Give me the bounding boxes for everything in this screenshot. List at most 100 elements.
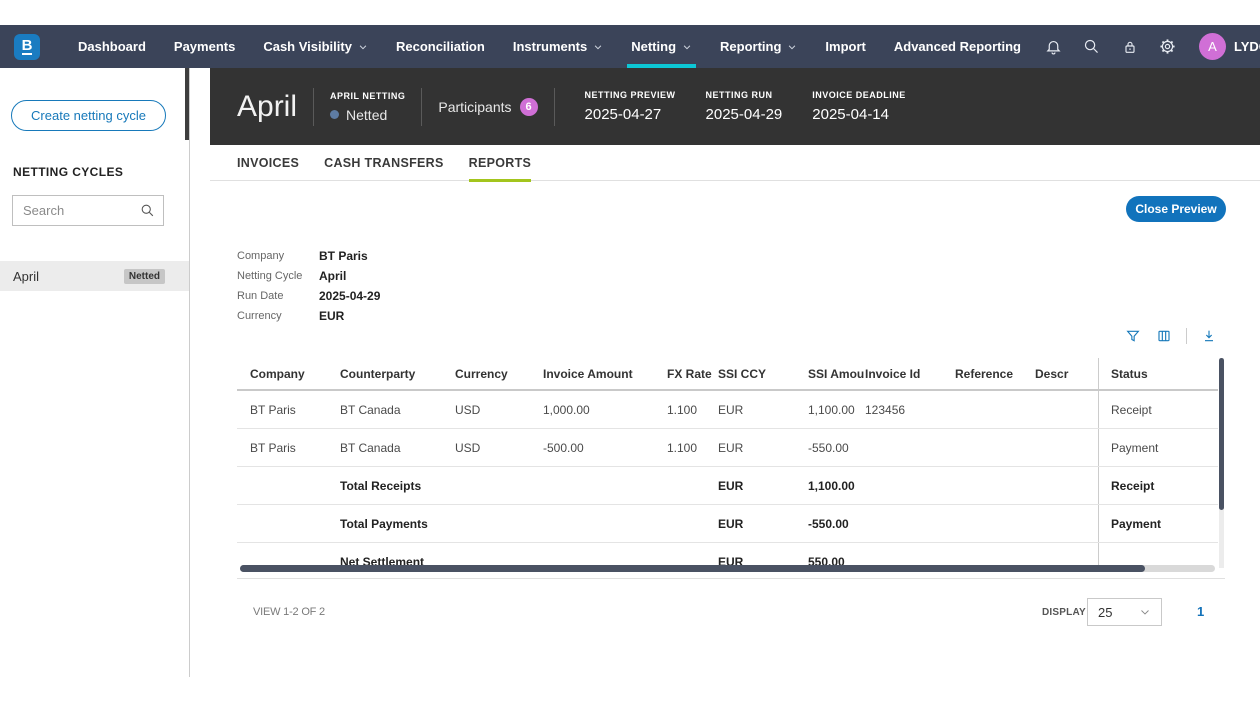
cell-status: Payment: [1098, 429, 1218, 466]
notifications-bell-icon[interactable]: [1035, 25, 1073, 68]
search-icon[interactable]: [1073, 25, 1111, 68]
column-header[interactable]: Descr: [1035, 367, 1098, 381]
sidebar-section-title: NETTING CYCLES: [13, 165, 124, 179]
date-label: NETTING PREVIEW: [584, 90, 676, 100]
cell-fx-rate: 1.100: [667, 440, 698, 455]
column-header[interactable]: Currency: [455, 367, 543, 381]
cell-ssi-amount: 1,100.00: [808, 402, 855, 417]
tab-reports[interactable]: REPORTS: [468, 145, 532, 182]
cell-status: Payment: [1098, 505, 1218, 542]
tab-invoices[interactable]: INVOICES: [237, 145, 299, 181]
column-header[interactable]: FX Rate: [667, 367, 718, 381]
nav-item-dashboard[interactable]: Dashboard: [64, 25, 160, 68]
vertical-scrollbar-thumb[interactable]: [1219, 358, 1224, 510]
cell-company: BT Paris: [250, 402, 296, 417]
nav-item-netting[interactable]: Netting: [617, 25, 706, 68]
divider: [421, 87, 423, 126]
status-dot-icon: [330, 110, 340, 119]
chevron-down-icon: [1139, 606, 1151, 618]
cell-ssi-ccy: EUR: [718, 478, 744, 493]
divider: [313, 87, 315, 126]
nav-menu: B Dashboard Payments Cash Visibility Rec…: [14, 25, 1035, 68]
column-header[interactable]: Invoice Amount: [543, 367, 667, 381]
table-row[interactable]: BT Paris BT Canada USD 1,000.00 1.100 EU…: [237, 391, 1218, 429]
cell-invoice-amount: -500.00: [543, 440, 584, 455]
horizontal-scrollbar[interactable]: [240, 565, 1215, 572]
netting-run-date: NETTING RUN 2025-04-29: [706, 90, 783, 123]
cycle-name-label: APRIL NETTING: [330, 90, 406, 101]
date-value: 2025-04-29: [705, 106, 783, 123]
nav-item-reconciliation[interactable]: Reconciliation: [382, 25, 499, 68]
nav-item-label: Cash Visibility: [263, 39, 352, 54]
nav-item-cash-visibility[interactable]: Cash Visibility: [249, 25, 382, 68]
nav-item-import[interactable]: Import: [811, 25, 879, 68]
participants-block[interactable]: Participants 6: [438, 97, 538, 116]
nav-item-payments[interactable]: Payments: [160, 25, 249, 68]
chevron-down-icon: [358, 42, 368, 52]
page-number[interactable]: 1: [1197, 604, 1204, 619]
column-header[interactable]: Company: [250, 367, 340, 381]
close-preview-button[interactable]: Close Preview: [1126, 196, 1226, 222]
cycle-dates: NETTING PREVIEW 2025-04-27 NETTING RUN 2…: [585, 90, 906, 123]
table-bottom-divider: [237, 578, 1225, 579]
date-label: NETTING RUN: [705, 90, 773, 100]
lock-icon[interactable]: [1111, 25, 1149, 68]
date-value: 2025-04-14: [812, 106, 889, 123]
table-row-total-receipts: Total Receipts EUR 1,100.00 Receipt: [237, 467, 1218, 505]
invoice-deadline-date: INVOICE DEADLINE 2025-04-14: [812, 90, 906, 123]
cell-status: Receipt: [1098, 467, 1218, 504]
sidebar-scrollbar-thumb[interactable]: [185, 68, 189, 140]
column-header[interactable]: Counterparty: [340, 367, 455, 381]
cell-currency: USD: [455, 440, 481, 455]
nav-item-advanced-reporting[interactable]: Advanced Reporting: [880, 25, 1035, 68]
info-value: BT Paris: [319, 249, 368, 263]
cell-ssi-amount: -550.00: [808, 516, 849, 531]
columns-icon[interactable]: [1155, 327, 1173, 345]
info-label: Company: [237, 250, 285, 262]
info-label: Netting Cycle: [237, 270, 303, 282]
page-size-select[interactable]: 25: [1087, 598, 1162, 626]
nav-item-label: Payments: [173, 39, 236, 54]
nav-item-reporting[interactable]: Reporting: [706, 25, 811, 68]
nav-item-instruments[interactable]: Instruments: [499, 25, 617, 68]
create-netting-cycle-button[interactable]: Create netting cycle: [11, 100, 166, 131]
nav-item-label: Instruments: [512, 39, 588, 54]
download-icon[interactable]: [1200, 327, 1218, 345]
user-name[interactable]: LYDON.SACOFF@BOT: [1234, 39, 1260, 54]
sidebar-search-input[interactable]: [23, 203, 140, 218]
nav-item-label: Reconciliation: [395, 39, 485, 54]
info-value: April: [319, 269, 347, 283]
app-logo-icon[interactable]: B: [14, 33, 40, 60]
filter-icon[interactable]: [1124, 327, 1142, 345]
sidebar-item-april[interactable]: April Netted: [0, 261, 189, 291]
table-header-row: Company Counterparty Currency Invoice Am…: [237, 358, 1218, 391]
column-header[interactable]: Invoice Id: [865, 367, 955, 381]
nav-item-label: Reporting: [720, 39, 782, 54]
cell-fx-rate: 1.100: [667, 402, 698, 417]
vertical-scrollbar[interactable]: [1219, 358, 1224, 568]
cycle-tabs: INVOICES CASH TRANSFERS REPORTS: [210, 145, 1260, 182]
column-header[interactable]: Reference: [955, 367, 1035, 381]
cell-invoice-amount: 1,000.00: [543, 402, 590, 417]
netting-preview-date: NETTING PREVIEW 2025-04-27: [585, 90, 676, 123]
horizontal-scrollbar-thumb[interactable]: [240, 565, 1145, 572]
settings-gear-icon[interactable]: [1149, 25, 1187, 68]
avatar-initial: A: [1208, 39, 1217, 54]
toolbar-divider: [1186, 328, 1187, 344]
column-header[interactable]: SSI Amount: [808, 367, 865, 381]
table-row[interactable]: BT Paris BT Canada USD -500.00 1.100 EUR…: [237, 429, 1218, 467]
chevron-down-icon: [682, 42, 692, 52]
sidebar-search-box: [12, 195, 164, 226]
user-avatar[interactable]: A: [1198, 33, 1226, 60]
cycle-status: Netted: [346, 106, 388, 123]
tab-cash-transfers[interactable]: CASH TRANSFERS: [324, 145, 443, 181]
cell-ssi-ccy: EUR: [718, 516, 744, 531]
chevron-down-icon: [787, 42, 797, 52]
netting-cycles-sidebar: Create netting cycle NETTING CYCLES Apri…: [0, 68, 190, 677]
column-header-status[interactable]: Status: [1098, 358, 1218, 389]
date-value: 2025-04-27: [584, 106, 662, 123]
column-header[interactable]: SSI CCY: [718, 367, 808, 381]
cell-ssi-ccy: EUR: [718, 402, 744, 417]
cell-ssi-ccy: EUR: [718, 440, 744, 455]
report-table: Company Counterparty Currency Invoice Am…: [237, 358, 1224, 568]
